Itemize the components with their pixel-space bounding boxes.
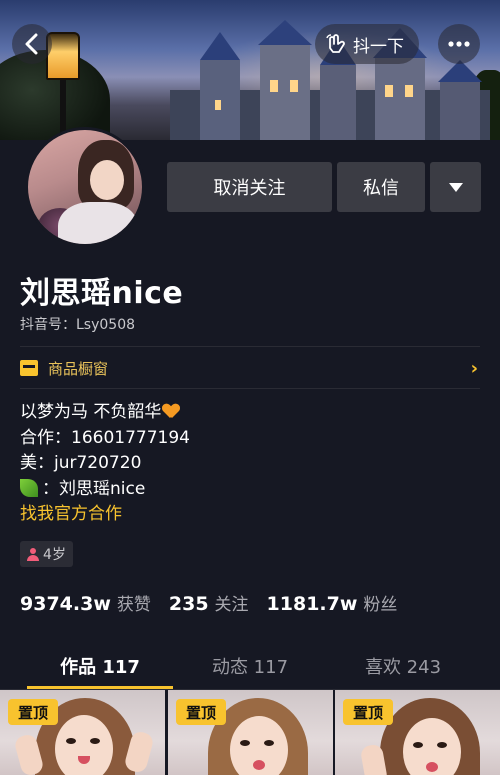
pinned-badge: 置顶 [343,699,393,725]
profile-name: 刘思瑶nice [20,276,184,311]
age-tag: 4岁 [20,541,73,567]
unfollow-button[interactable]: 取消关注 [167,162,332,212]
chevron-right-icon: › [470,358,478,379]
chevron-left-icon [25,33,38,55]
triangle-down-icon [448,182,463,192]
bio-line-1: 以梦为马 不负韶华 [20,402,162,422]
stat-following[interactable]: 235 关注 [169,590,249,615]
likes-label: 获赞 [116,595,151,615]
storefront-icon [20,360,38,376]
official-cooperation-link[interactable]: 找我官方合作 [20,502,190,528]
heart-icon [163,404,179,418]
post-grid: 置顶 置顶 置顶 [0,690,500,775]
followers-label: 粉丝 [363,595,398,615]
shop-window-row[interactable]: 商品橱窗 › [20,355,480,381]
bio: 以梦为马 不负韶华 合作：16601777194 美：jur720720 ：刘思… [20,400,190,528]
more-button[interactable] [438,24,480,64]
age-label: 4岁 [43,547,66,563]
divider [20,388,480,389]
more-dots-icon [448,41,470,47]
avatar[interactable] [25,127,145,247]
tab-activity[interactable]: 动态 117 [167,653,333,679]
shake-label: 抖一下 [353,36,404,57]
pinned-badge: 置顶 [176,699,226,725]
bio-line-2: 合作：16601777194 [20,427,190,448]
pinned-badge: 置顶 [8,699,58,725]
recommend-dropdown-button[interactable] [430,162,481,212]
likes-count: 9374.3w [20,593,111,615]
following-count: 235 [168,593,209,615]
profile-tabs: 作品 117 动态 117 喜欢 243 [0,645,500,689]
shop-window-label: 商品橱窗 [48,359,109,378]
post-thumbnail[interactable]: 置顶 [168,690,333,775]
shake-icon [326,34,345,53]
post-thumbnail[interactable]: 置顶 [335,690,500,775]
stat-likes: 9374.3w 获赞 [20,590,151,615]
bio-line-3: 美：jur720720 [20,453,142,473]
followers-count: 1181.7w [266,593,358,615]
profile-id: 抖音号：Lsy0508 [20,317,136,333]
following-label: 关注 [214,595,249,615]
female-icon [27,547,40,561]
stats-row: 9374.3w 获赞 235 关注 1181.7w 粉丝 [20,590,397,615]
stat-followers[interactable]: 1181.7w 粉丝 [267,590,398,615]
leaf-icon [20,478,38,497]
header-banner [0,0,500,140]
bio-line-4: ：刘思瑶nice [42,478,146,499]
tab-likes[interactable]: 喜欢 243 [320,653,486,679]
post-thumbnail[interactable]: 置顶 [0,690,165,775]
divider [20,346,480,347]
back-button[interactable] [12,24,52,64]
shake-button[interactable]: 抖一下 [315,24,419,64]
tab-works[interactable]: 作品 117 [17,653,183,679]
message-button[interactable]: 私信 [337,162,425,212]
